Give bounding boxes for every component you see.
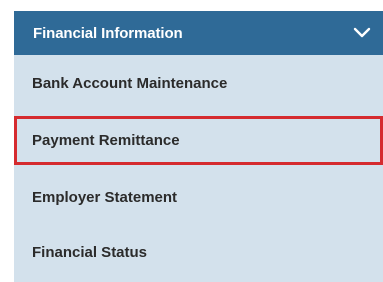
menu-item-bank-account-maintenance[interactable]: Bank Account Maintenance — [14, 55, 383, 112]
financial-information-header[interactable]: Financial Information — [14, 11, 383, 55]
financial-information-panel: Financial Information Bank Account Maint… — [14, 11, 383, 282]
panel-title: Financial Information — [33, 24, 183, 42]
menu-item-label: Financial Status — [32, 244, 148, 261]
menu-item-label: Employer Statement — [32, 189, 178, 206]
menu-item-label: Payment Remittance — [32, 132, 180, 149]
financial-menu-list: Bank Account Maintenance Payment Remitta… — [14, 55, 383, 280]
menu-item-financial-status[interactable]: Financial Status — [14, 225, 383, 280]
menu-item-employer-statement[interactable]: Employer Statement — [14, 170, 383, 225]
menu-item-label: Bank Account Maintenance — [32, 75, 228, 92]
menu-item-payment-remittance[interactable]: Payment Remittance — [14, 116, 383, 165]
chevron-down-icon[interactable] — [352, 24, 372, 42]
